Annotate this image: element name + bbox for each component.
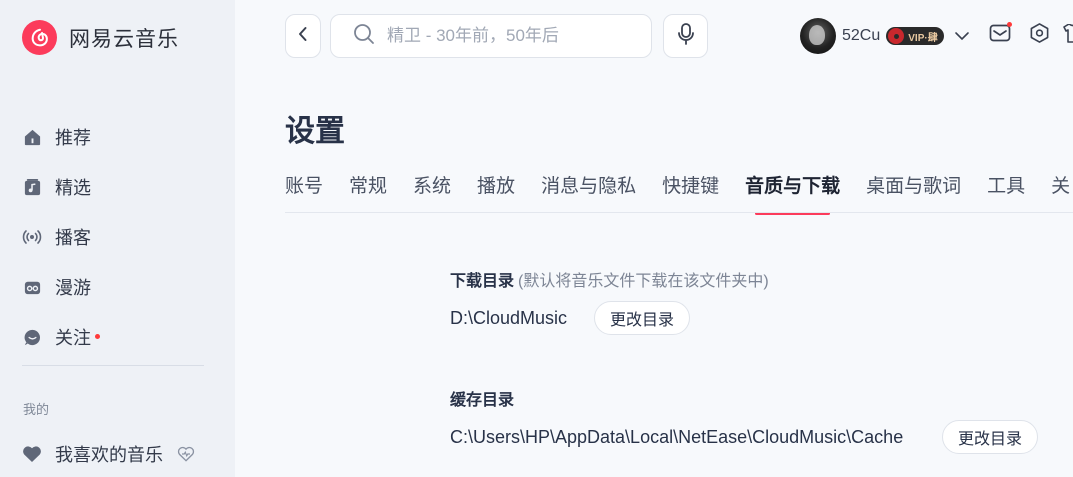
sidebar: 网易云音乐 推荐 精选 播客 漫游 关注 我的 我喜欢的音乐: [0, 0, 235, 477]
tab-quality-download[interactable]: 音质与下载: [745, 171, 840, 215]
sidebar-item-label: 关注: [55, 328, 91, 348]
broadcast-icon: [22, 227, 42, 247]
voice-search-button[interactable]: [663, 14, 708, 58]
sidebar-item-label: 播客: [55, 228, 91, 248]
avatar[interactable]: [800, 18, 836, 54]
settings-tabs: 账号 常规 系统 播放 消息与隐私 快捷键 音质与下载 桌面与歌词 工具 关: [285, 171, 1073, 215]
sidebar-item-follow[interactable]: 关注: [22, 312, 212, 362]
sidebar-item-roam[interactable]: 漫游: [22, 262, 212, 312]
cache-dir-title: 缓存目录: [450, 386, 514, 410]
sidebar-divider: [22, 365, 204, 366]
sidebar-item-featured[interactable]: 精选: [22, 162, 212, 212]
sidebar-item-label: 漫游: [55, 278, 91, 298]
chevron-down-icon[interactable]: [954, 28, 970, 44]
messages-button[interactable]: [989, 22, 1012, 46]
chevron-left-icon: [297, 26, 309, 47]
change-cache-dir-button[interactable]: 更改目录: [942, 420, 1039, 454]
gear-icon: [1029, 22, 1050, 49]
netease-logo-icon: [22, 20, 57, 55]
tab-messages-privacy[interactable]: 消息与隐私: [541, 171, 636, 199]
vinyl-icon: [888, 28, 905, 44]
heart-icon: [22, 444, 42, 464]
tab-tools[interactable]: 工具: [987, 171, 1025, 199]
app-logo[interactable]: 网易云音乐: [22, 20, 179, 55]
shirt-icon: [1062, 24, 1073, 46]
tabs-divider: [285, 212, 1073, 213]
radio-icon: [22, 277, 42, 297]
search-box[interactable]: [330, 14, 652, 58]
cache-dir-path: C:\Users\HP\AppData\Local\NetEase\CloudM…: [450, 427, 904, 447]
download-dir-label: 下载目录: [450, 273, 515, 290]
home-icon: [22, 127, 42, 147]
skin-button[interactable]: [1062, 24, 1073, 46]
sidebar-item-label: 我喜欢的音乐: [55, 445, 163, 465]
vip-badge[interactable]: VIP·肆: [886, 27, 944, 45]
username[interactable]: 52Cu: [842, 27, 880, 45]
sidebar-section-label: 我的: [23, 402, 50, 417]
page-title: 设置: [285, 115, 345, 148]
download-dir-hint: (默认将音乐文件下载在该文件夹中): [518, 273, 769, 290]
user-profile[interactable]: 52Cu VIP·肆: [800, 18, 970, 54]
search-icon: [353, 23, 375, 50]
app-name: 网易云音乐: [69, 27, 179, 51]
tab-shortcuts[interactable]: 快捷键: [662, 171, 719, 199]
sidebar-item-label: 推荐: [55, 128, 91, 148]
change-download-dir-button[interactable]: 更改目录: [594, 301, 691, 335]
settings-button[interactable]: [1028, 22, 1050, 49]
sidebar-item-podcast[interactable]: 播客: [22, 212, 212, 262]
vip-label: VIP·肆: [908, 32, 938, 44]
tab-system[interactable]: 系统: [413, 171, 451, 199]
sidebar-item-recommend[interactable]: 推荐: [22, 112, 212, 162]
download-dir-path: D:\CloudMusic: [450, 308, 568, 328]
sidebar-nav: 推荐 精选 播客 漫游 关注: [22, 112, 212, 362]
tab-general[interactable]: 常规: [349, 171, 387, 199]
microphone-icon: [677, 22, 695, 51]
back-button[interactable]: [285, 14, 321, 58]
sidebar-item-liked-music[interactable]: 我喜欢的音乐: [22, 441, 195, 467]
notification-dot: [1007, 22, 1012, 27]
tab-account[interactable]: 账号: [285, 171, 323, 199]
notification-dot: [95, 333, 100, 339]
tab-about[interactable]: 关: [1051, 171, 1070, 199]
heartbeat-icon[interactable]: [177, 445, 195, 463]
music-note-icon: [22, 177, 42, 197]
tab-desktop-lyrics[interactable]: 桌面与歌词: [866, 171, 961, 199]
sidebar-item-label: 精选: [55, 178, 91, 198]
download-dir-title: 下载目录 (默认将音乐文件下载在该文件夹中): [450, 267, 769, 291]
chat-icon: [22, 327, 42, 347]
cache-dir-label: 缓存目录: [450, 392, 515, 409]
tab-playback[interactable]: 播放: [477, 171, 515, 199]
search-input[interactable]: [387, 26, 647, 46]
